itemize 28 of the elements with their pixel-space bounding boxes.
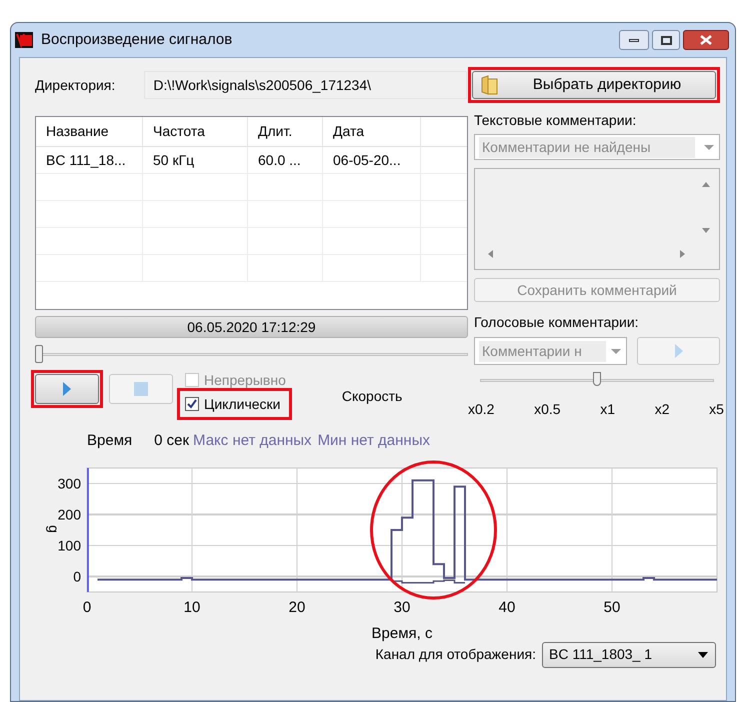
y-tick-label: 200	[58, 506, 81, 522]
x-tick-label: 10	[184, 598, 200, 616]
max-value: Макс нет данных	[193, 431, 312, 451]
min-value: Мин нет данных	[318, 431, 430, 451]
speed-tick-label: x1	[600, 400, 616, 419]
x-tick-label: 20	[288, 598, 306, 616]
time-value: 0 сек	[154, 431, 190, 451]
y-tick-label: 100	[58, 537, 81, 553]
time-label: Время	[87, 431, 132, 451]
x-tick-label: 50	[604, 598, 620, 616]
text-comments-label: Текстовые комментарии:	[474, 111, 638, 130]
voice-comments-label: Голосовые комментарии:	[474, 313, 640, 332]
speed-tick-label: x5	[709, 400, 724, 419]
speed-tick-label: x2	[654, 400, 670, 419]
window-title: Воспроизведение сигналов	[41, 30, 232, 50]
y-axis-label: g	[46, 524, 62, 532]
x-tick-label: 40	[498, 598, 516, 616]
channel-label: Канал для отображения:	[375, 645, 536, 664]
x-axis-label: Время, с	[372, 624, 432, 642]
speed-label: Скорость	[342, 387, 402, 406]
timestamp-bar: 06.05.2020 17:12:29	[35, 316, 468, 338]
speed-tick-label: x0.2	[468, 400, 494, 419]
directory-label: Директория:	[35, 76, 116, 95]
x-tick-label: 0	[82, 598, 92, 616]
y-tick-label: 0	[73, 568, 81, 584]
y-tick-label: 300	[58, 475, 81, 491]
speed-tick-label: x0.5	[534, 400, 561, 419]
x-tick-label: 30	[394, 598, 410, 616]
